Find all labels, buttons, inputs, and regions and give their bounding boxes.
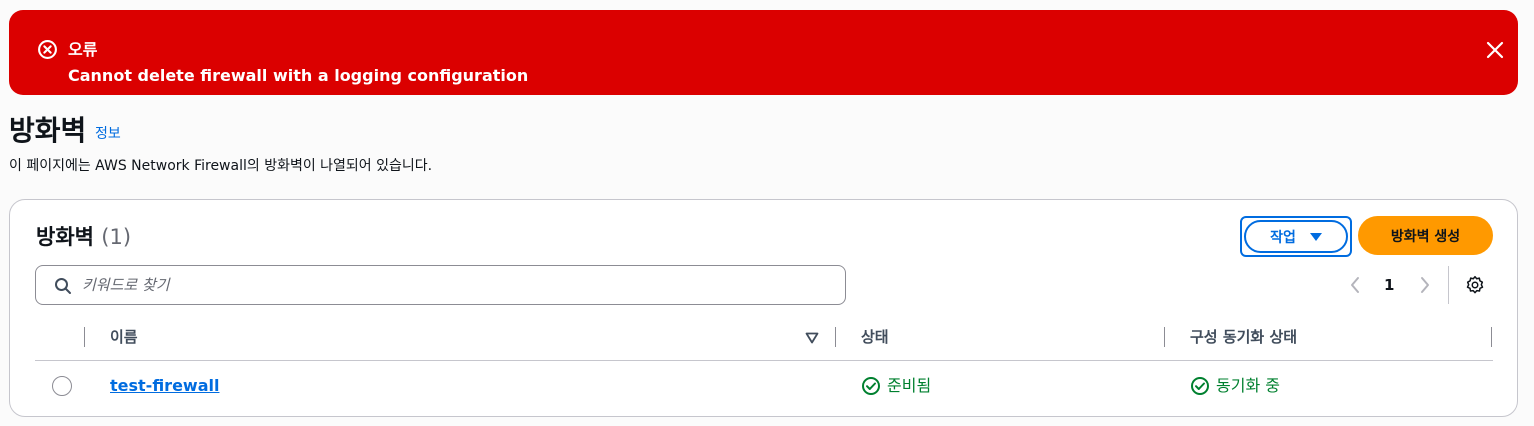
info-link[interactable]: 정보 <box>95 124 121 144</box>
table-title: 방화벽 (1) <box>36 222 131 252</box>
status-text: 준비됨 <box>887 376 932 395</box>
column-divider[interactable] <box>1164 327 1165 347</box>
column-divider[interactable] <box>1491 327 1492 347</box>
table-count: (1) <box>101 225 132 249</box>
actions-label: 작업 <box>1270 229 1296 246</box>
actions-dropdown-button[interactable]: 작업 <box>1240 216 1352 257</box>
success-check-icon <box>1191 377 1209 395</box>
flash-message: Cannot delete firewall with a logging co… <box>68 66 529 85</box>
flash-title: 오류 <box>68 40 98 59</box>
search-icon <box>55 278 71 294</box>
search-input[interactable] <box>82 266 822 304</box>
caret-down-icon <box>1309 232 1322 241</box>
page-number[interactable]: 1 <box>1384 274 1394 296</box>
firewall-name-link[interactable]: test-firewall <box>110 374 219 398</box>
chevron-left-icon[interactable] <box>1348 275 1362 295</box>
table-header-divider <box>35 360 1493 361</box>
column-divider <box>84 327 85 347</box>
column-header-name[interactable]: 이름 <box>110 324 138 350</box>
column-header-sync-status[interactable]: 구성 동기화 상태 <box>1190 324 1297 350</box>
table-title-text: 방화벽 <box>36 225 94 249</box>
column-divider[interactable] <box>835 327 836 347</box>
search-box[interactable] <box>35 265 846 305</box>
actions-button-inner[interactable]: 작업 <box>1244 220 1348 253</box>
success-check-icon <box>862 377 880 395</box>
row-select-radio[interactable] <box>52 376 72 396</box>
create-firewall-button[interactable]: 방화벽 생성 <box>1358 216 1493 255</box>
firewalls-table-container: 방화벽 (1) 작업 방화벽 생성 1 이름 상태 구성 동기화 상태 <box>9 199 1518 417</box>
page-title: 방화벽 <box>9 114 87 147</box>
close-icon[interactable] <box>1483 38 1507 62</box>
chevron-right-icon[interactable] <box>1418 275 1432 295</box>
error-circle-icon <box>38 40 57 59</box>
column-header-status[interactable]: 상태 <box>861 324 889 350</box>
sync-status-cell: 동기화 중 <box>1190 374 1280 398</box>
page-description: 이 페이지에는 AWS Network Firewall의 방화벽이 나열되어 … <box>9 158 433 174</box>
sync-status-text: 동기화 중 <box>1216 376 1280 395</box>
sort-descending-icon[interactable] <box>805 332 819 344</box>
error-flashbar: 오류 Cannot delete firewall with a logging… <box>9 10 1518 95</box>
status-cell: 준비됨 <box>861 374 931 398</box>
pager-divider <box>1448 266 1449 304</box>
gear-icon[interactable] <box>1465 275 1485 295</box>
